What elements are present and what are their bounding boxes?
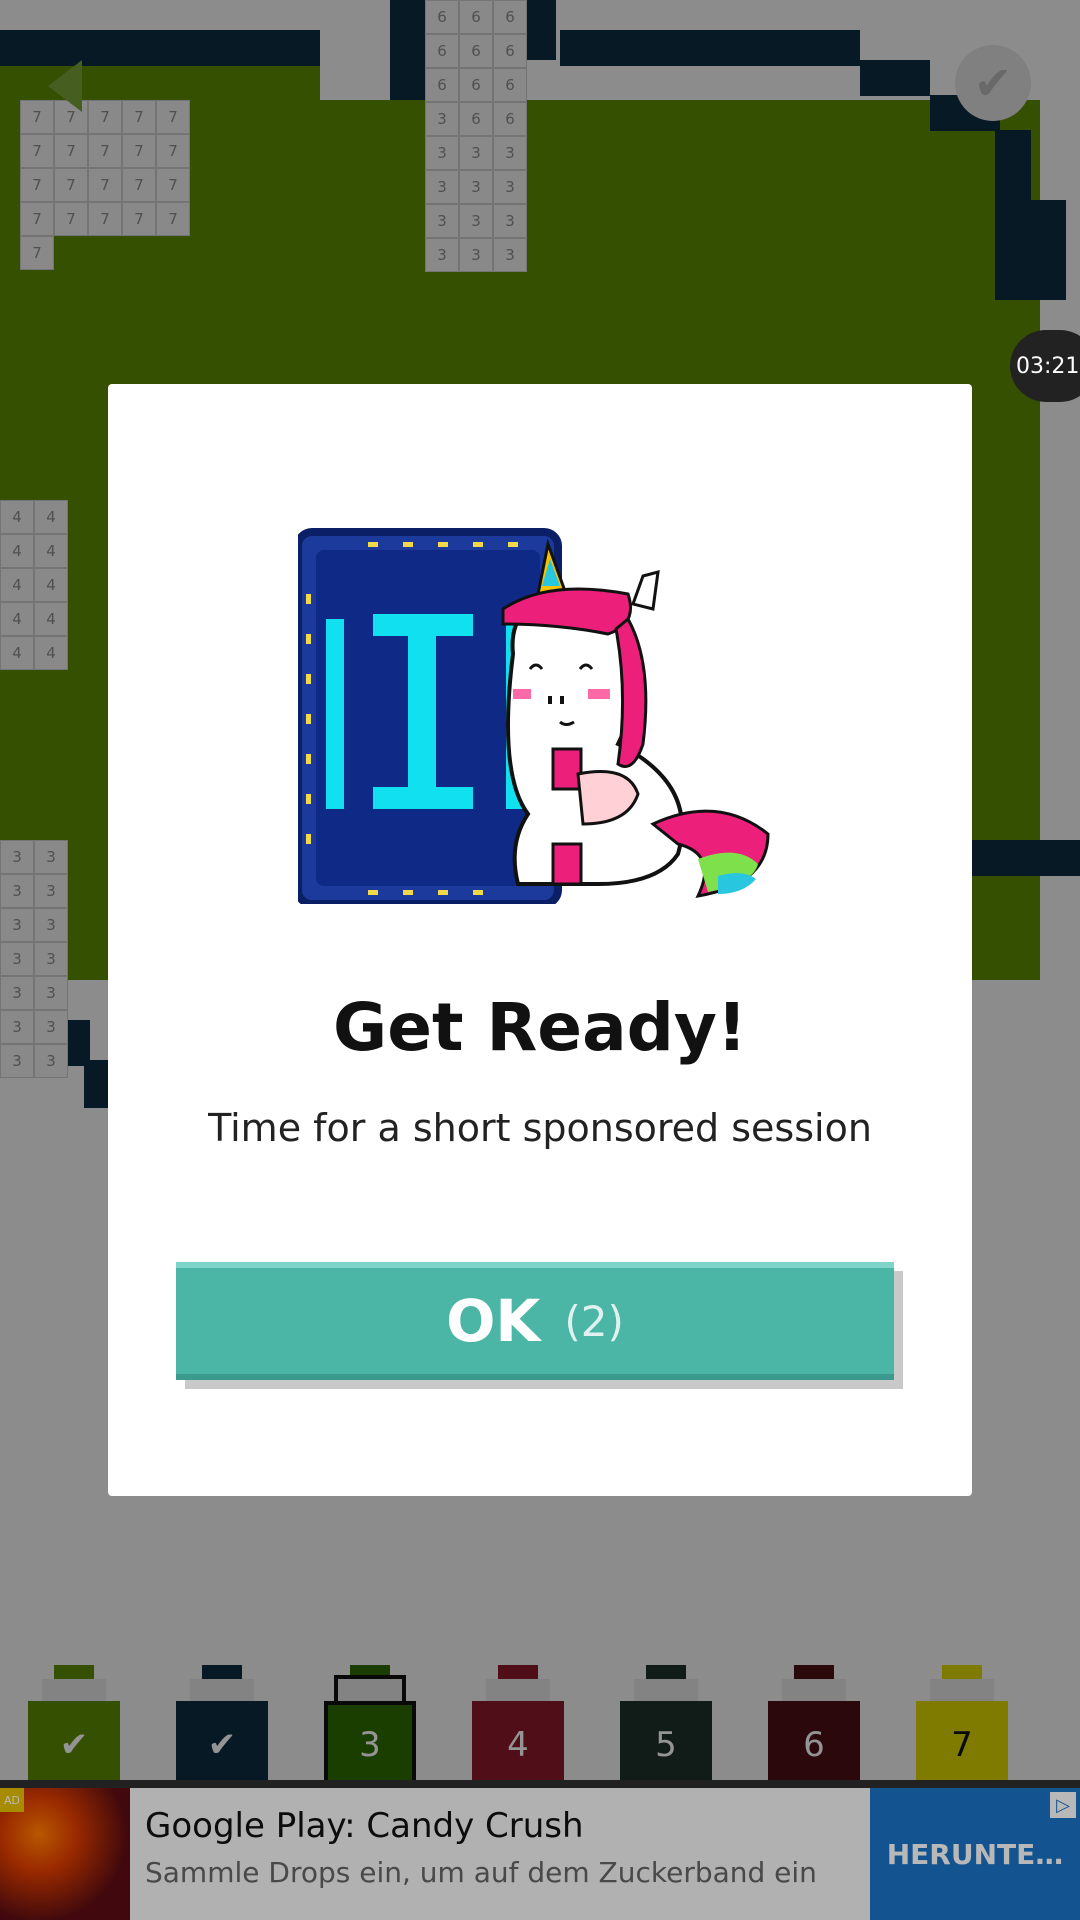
dialog-title: Get Ready! [333, 989, 747, 1066]
ok-button-label: OK [446, 1287, 541, 1355]
ad-description[interactable]: Sammle Drops ein, um auf dem Zuckerband … [145, 1856, 835, 1889]
ad-install-button[interactable]: HERUNTE… [870, 1788, 1080, 1920]
ad-title[interactable]: Google Play: Candy Crush [145, 1806, 584, 1846]
ok-countdown: (2) [564, 1296, 624, 1346]
session-timer: 03:21 [1010, 330, 1080, 402]
ok-button[interactable]: OK (2) [176, 1262, 894, 1380]
ad-badge: AD [0, 1788, 24, 1812]
adchoices-icon[interactable]: ▷ [1050, 1792, 1076, 1818]
ad-banner[interactable]: AD Google Play: Candy Crush Sammle Drops… [0, 1788, 1080, 1920]
sponsored-session-dialog: Get Ready! Time for a short sponsored se… [108, 384, 972, 1496]
dialog-subtitle: Time for a short sponsored session [208, 1106, 872, 1150]
unicorn-illustration [298, 528, 770, 904]
